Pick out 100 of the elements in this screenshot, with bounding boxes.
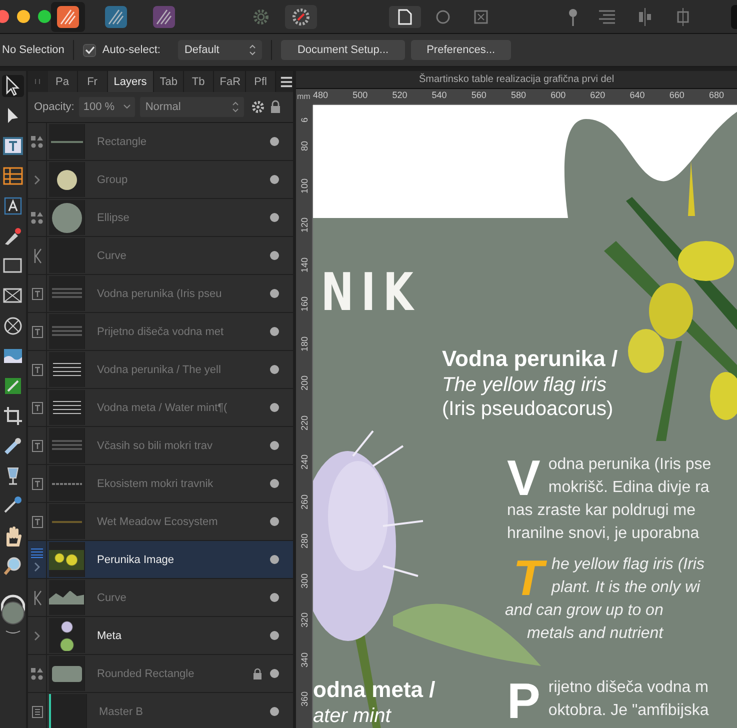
layer-row[interactable]: Vodna perunika / The yell bbox=[28, 351, 293, 389]
paragraph-line: metals and nutrient bbox=[526, 624, 664, 644]
auto-select-checkbox[interactable] bbox=[83, 44, 96, 56]
page-title-fragment: NIK bbox=[321, 263, 421, 323]
layer-row[interactable]: Meta bbox=[28, 617, 293, 655]
visibility-dot[interactable] bbox=[270, 251, 279, 260]
layer-name: Ellipse bbox=[96, 212, 130, 224]
panel-tab[interactable]: Tab bbox=[154, 71, 184, 92]
pen-tool-icon[interactable] bbox=[2, 225, 24, 247]
selection-mode-dropdown[interactable]: Default bbox=[178, 40, 262, 60]
layer-row[interactable]: Včasih so bili mokri trav bbox=[28, 427, 293, 465]
layer-thumbnail bbox=[49, 352, 85, 387]
brush-tool-icon[interactable] bbox=[2, 435, 24, 457]
drag-handle[interactable] bbox=[35, 79, 40, 84]
visibility-dot[interactable] bbox=[270, 593, 279, 602]
layer-row[interactable]: Ellipse bbox=[28, 199, 293, 237]
pointer-tool-icon[interactable] bbox=[2, 75, 24, 97]
artistic-text-tool-icon[interactable] bbox=[2, 195, 24, 217]
auto-select-label: Auto-select: bbox=[102, 44, 160, 56]
drop-cap: P bbox=[507, 680, 540, 722]
visibility-dot[interactable] bbox=[270, 441, 279, 450]
paragraph-line: nas zraste kar poldrugi me bbox=[507, 501, 696, 521]
shapes-icon bbox=[31, 136, 43, 148]
gear-icon[interactable] bbox=[251, 6, 271, 26]
visibility-dot[interactable] bbox=[270, 631, 279, 640]
latin-name: (Iris pseudoacorus) bbox=[442, 397, 614, 421]
app-switch-button[interactable] bbox=[51, 2, 85, 32]
layer-row[interactable]: Prijetno dišeča vodna met bbox=[28, 313, 293, 351]
visibility-dot[interactable] bbox=[270, 137, 279, 146]
visibility-dot[interactable] bbox=[270, 175, 279, 184]
minimize-button[interactable] bbox=[17, 10, 30, 23]
layer-name: Perunika Image bbox=[96, 554, 176, 566]
layer-name: Rounded Rectangle bbox=[96, 668, 196, 680]
align-icon[interactable] bbox=[597, 8, 617, 24]
layer-row[interactable]: Master B bbox=[28, 693, 293, 728]
plant-heading: odna meta / bbox=[313, 676, 436, 704]
toolbar-button[interactable]: Document Setup... bbox=[281, 40, 405, 60]
layer-row[interactable]: Vodna meta / Water mint¶( bbox=[28, 389, 293, 427]
layer-thumbnail bbox=[49, 618, 85, 653]
layer-name: Ekosistem mokri travnik bbox=[96, 478, 214, 490]
panel-tab[interactable]: Pa bbox=[48, 71, 78, 92]
plant-heading: Vodna perunika / bbox=[442, 345, 618, 373]
expand-chevron-icon[interactable] bbox=[34, 174, 40, 184]
text-frame-tool-icon[interactable] bbox=[2, 135, 24, 157]
opacity-field[interactable]: 100 % bbox=[79, 97, 136, 118]
pin-icon[interactable] bbox=[567, 6, 579, 26]
visibility-dot[interactable] bbox=[270, 289, 279, 298]
blend-mode-dropdown[interactable]: Normal bbox=[140, 97, 244, 118]
zoom-button[interactable] bbox=[38, 10, 51, 23]
settings-button[interactable] bbox=[285, 4, 317, 28]
visibility-dot[interactable] bbox=[270, 669, 279, 678]
layer-row[interactable]: Curve bbox=[28, 579, 293, 617]
menu-icon[interactable] bbox=[280, 76, 293, 88]
text-frame-icon bbox=[32, 440, 42, 452]
panel-tab[interactable]: FaR bbox=[214, 71, 246, 92]
layer-row[interactable]: Perunika Image bbox=[28, 541, 293, 579]
place-tool-icon[interactable] bbox=[2, 375, 24, 397]
layer-row[interactable]: Rounded Rectangle bbox=[28, 655, 293, 693]
layer-row[interactable]: Group bbox=[28, 161, 293, 199]
visibility-dot[interactable] bbox=[270, 365, 279, 374]
layer-name: Vodna meta / Water mint¶( bbox=[96, 402, 228, 414]
layer-name: Vodna perunika (Iris pseu bbox=[96, 288, 223, 300]
visibility-dot[interactable] bbox=[270, 555, 279, 564]
layer-thumbnail bbox=[49, 314, 85, 349]
lock-icon[interactable] bbox=[253, 668, 262, 680]
text-frame-icon bbox=[32, 402, 42, 414]
panel-tab[interactable]: Tb bbox=[184, 71, 214, 92]
ellipse-frame-tool-icon[interactable] bbox=[2, 315, 24, 337]
layer-thumbnail bbox=[49, 466, 85, 501]
layer-name: Curve bbox=[96, 250, 128, 262]
table-tool-icon[interactable] bbox=[2, 165, 24, 187]
layer-thumbnail bbox=[49, 162, 85, 197]
crop-tool-icon[interactable] bbox=[2, 405, 24, 427]
toolbar-button[interactable]: Preferences... bbox=[410, 40, 512, 60]
lock-icon[interactable] bbox=[270, 100, 282, 114]
layer-thumbnail bbox=[49, 200, 85, 235]
panel-tab[interactable]: Fr bbox=[78, 71, 108, 92]
layer-thumbnail bbox=[49, 580, 85, 615]
layer-row[interactable]: Vodna perunika (Iris pseu bbox=[28, 275, 293, 313]
paragraph-line: and can grow up to on bbox=[505, 601, 664, 621]
layer-row[interactable]: Rectangle bbox=[28, 123, 293, 161]
panel-tab[interactable]: Layers bbox=[108, 71, 154, 92]
expand-chevron-icon[interactable] bbox=[34, 630, 40, 640]
visibility-dot[interactable] bbox=[270, 403, 279, 412]
layer-thumbnail bbox=[49, 656, 85, 691]
persona-button[interactable] bbox=[389, 6, 421, 28]
layer-name: Prijetno dišeča vodna met bbox=[96, 326, 225, 338]
visibility-dot[interactable] bbox=[270, 517, 279, 526]
visibility-dot[interactable] bbox=[270, 327, 279, 336]
layer-row[interactable]: Curve bbox=[28, 237, 293, 275]
panel-tab[interactable]: Pfl bbox=[246, 71, 276, 92]
layer-thumbnail bbox=[49, 428, 85, 463]
visibility-dot[interactable] bbox=[270, 479, 279, 488]
settings-icon[interactable] bbox=[251, 100, 266, 114]
visibility-dot[interactable] bbox=[270, 707, 279, 716]
layer-row[interactable]: Ekosistem mokri travnik bbox=[28, 465, 293, 503]
document-title: Šmartinsko table realizacija grafična prvi del bbox=[296, 71, 737, 89]
expand-chevron-icon[interactable] bbox=[34, 562, 40, 572]
visibility-dot[interactable] bbox=[270, 213, 279, 222]
up-down-caret-icon bbox=[232, 101, 240, 114]
